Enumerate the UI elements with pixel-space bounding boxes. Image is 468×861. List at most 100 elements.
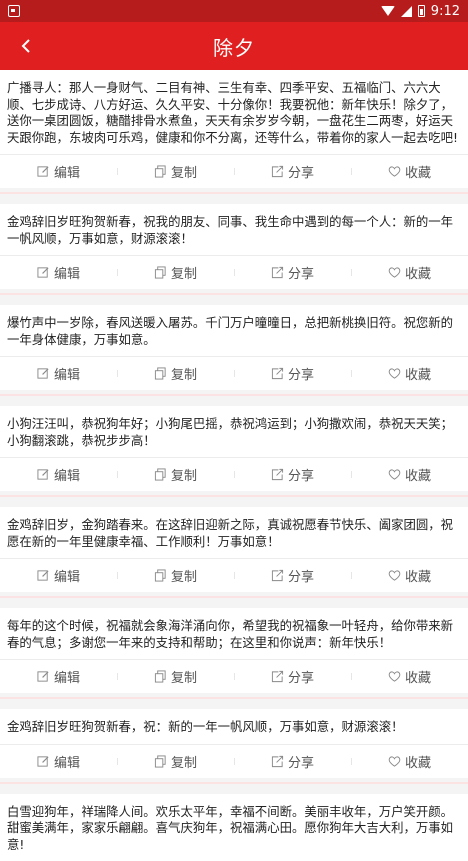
back-arrow-icon (18, 38, 34, 54)
message-list[interactable]: 广播寻人：那人一身财气、二目有神、三生有幸、四季平安、五福临门、六六大顺、七步成… (0, 70, 468, 861)
edit-button[interactable]: 编辑 (0, 752, 117, 771)
copy-label: 复制 (171, 752, 197, 771)
copy-label: 复制 (171, 263, 197, 282)
message-card: 爆竹声中一岁除，春风送暖入屠苏。千门万户曈曈日，总把新桃换旧符。祝您新的一年身体… (0, 305, 468, 390)
favorite-button[interactable]: 收藏 (351, 263, 468, 282)
message-actions: 编辑复制 分享 收藏 (0, 154, 468, 188)
copy-button[interactable]: 复制 (117, 667, 234, 686)
message-text: 每年的这个时候，祝福就会象海洋涌向你，希望我的祝福象一叶轻舟，给你带来新春的气息… (0, 608, 468, 659)
favorite-button[interactable]: 收藏 (351, 364, 468, 383)
share-button[interactable]: 分享 (234, 162, 351, 181)
share-button[interactable]: 分享 (234, 263, 351, 282)
app-bar: 除夕 (0, 22, 468, 70)
page-title: 除夕 (213, 32, 255, 61)
message-card: 小狗汪汪叫，恭祝狗年好；小狗尾巴摇，恭祝鸿运到；小狗撒欢闹，恭祝天天笑；小狗翻滚… (0, 406, 468, 491)
edit-icon (37, 670, 50, 683)
heart-icon (388, 165, 401, 178)
edit-button[interactable]: 编辑 (0, 364, 117, 383)
edit-button[interactable]: 编辑 (0, 263, 117, 282)
favorite-label: 收藏 (405, 465, 431, 484)
copy-icon (154, 266, 167, 279)
heart-icon (388, 569, 401, 582)
share-icon (271, 468, 284, 481)
share-label: 分享 (288, 465, 314, 484)
edit-button[interactable]: 编辑 (0, 667, 117, 686)
favorite-button[interactable]: 收藏 (351, 465, 468, 484)
share-icon (271, 569, 284, 582)
copy-button[interactable]: 复制 (117, 263, 234, 282)
notification-icon (8, 5, 20, 17)
copy-label: 复制 (171, 667, 197, 686)
favorite-label: 收藏 (405, 566, 431, 585)
card-divider (0, 390, 468, 406)
card-divider (0, 188, 468, 204)
status-time: 9:12 (431, 4, 460, 19)
share-button[interactable]: 分享 (234, 465, 351, 484)
share-label: 分享 (288, 752, 314, 771)
copy-button[interactable]: 复制 (117, 566, 234, 585)
copy-icon (154, 569, 167, 582)
edit-icon (37, 165, 50, 178)
edit-label: 编辑 (54, 364, 80, 383)
copy-label: 复制 (171, 465, 197, 484)
copy-button[interactable]: 复制 (117, 465, 234, 484)
message-actions: 编辑 复制 分享 收藏 (0, 659, 468, 693)
copy-label: 复制 (171, 364, 197, 383)
edit-label: 编辑 (54, 465, 80, 484)
edit-label: 编辑 (54, 566, 80, 585)
share-button[interactable]: 分享 (234, 566, 351, 585)
favorite-label: 收藏 (405, 752, 431, 771)
status-bar: 9:12 (0, 0, 468, 22)
favorite-button[interactable]: 收藏 (351, 162, 468, 181)
favorite-label: 收藏 (405, 263, 431, 282)
share-button[interactable]: 分享 (234, 667, 351, 686)
copy-button[interactable]: 复制 (117, 162, 234, 181)
copy-icon (154, 468, 167, 481)
back-button[interactable] (6, 22, 46, 70)
share-button[interactable]: 分享 (234, 752, 351, 771)
message-text: 爆竹声中一岁除，春风送暖入屠苏。千门万户曈曈日，总把新桃换旧符。祝您新的一年身体… (0, 305, 468, 356)
copy-button[interactable]: 复制 (117, 364, 234, 383)
battery-icon (418, 5, 425, 17)
favorite-label: 收藏 (405, 667, 431, 686)
heart-icon (388, 755, 401, 768)
heart-icon (388, 670, 401, 683)
heart-icon (388, 367, 401, 380)
share-label: 分享 (288, 162, 314, 181)
edit-label: 编辑 (54, 667, 80, 686)
edit-label: 编辑 (54, 752, 80, 771)
share-icon (271, 266, 284, 279)
signal-icon (401, 6, 412, 17)
message-card: 金鸡辞旧岁，金狗踏春来。在这辞旧迎新之际，真诚祝愿春节快乐、阖家团圆，祝愿在新的… (0, 507, 468, 592)
message-text: 白雪迎狗年，祥瑞降人间。欢乐太平年，幸福不间断。美丽丰收年，万户笑开颜。甜蜜美满… (0, 794, 468, 861)
message-text: 金鸡辞旧岁，金狗踏春来。在这辞旧迎新之际，真诚祝愿春节快乐、阖家团圆，祝愿在新的… (0, 507, 468, 558)
share-button[interactable]: 分享 (234, 364, 351, 383)
message-actions: 编辑 复制 分享 收藏 (0, 558, 468, 592)
card-divider (0, 693, 468, 709)
share-label: 分享 (288, 263, 314, 282)
wifi-icon (381, 6, 395, 16)
favorite-button[interactable]: 收藏 (351, 566, 468, 585)
share-icon (271, 670, 284, 683)
edit-icon (37, 468, 50, 481)
message-card: 白雪迎狗年，祥瑞降人间。欢乐太平年，幸福不间断。美丽丰收年，万户笑开颜。甜蜜美满… (0, 794, 468, 861)
message-text: 金鸡辞旧岁旺狗贺新春，祝：新的一年一帆风顺，万事如意，财源滚滚！ (0, 709, 468, 744)
copy-icon (154, 367, 167, 380)
edit-button[interactable]: 编辑 (0, 566, 117, 585)
message-text: 小狗汪汪叫，恭祝狗年好；小狗尾巴摇，恭祝鸿运到；小狗撒欢闹，恭祝天天笑；小狗翻滚… (0, 406, 468, 457)
message-card: 广播寻人：那人一身财气、二目有神、三生有幸、四季平安、五福临门、六六大顺、七步成… (0, 70, 468, 188)
favorite-button[interactable]: 收藏 (351, 667, 468, 686)
copy-icon (154, 165, 167, 178)
edit-button[interactable]: 编辑 (0, 465, 117, 484)
message-text: 广播寻人：那人一身财气、二目有神、三生有幸、四季平安、五福临门、六六大顺、七步成… (0, 70, 468, 154)
favorite-button[interactable]: 收藏 (351, 752, 468, 771)
card-divider (0, 592, 468, 608)
share-label: 分享 (288, 364, 314, 383)
message-actions: 编辑 复制 分享 收藏 (0, 356, 468, 390)
heart-icon (388, 468, 401, 481)
copy-button[interactable]: 复制 (117, 752, 234, 771)
share-icon (271, 755, 284, 768)
share-label: 分享 (288, 566, 314, 585)
edit-button[interactable]: 编辑 (0, 162, 117, 181)
share-icon (271, 165, 284, 178)
